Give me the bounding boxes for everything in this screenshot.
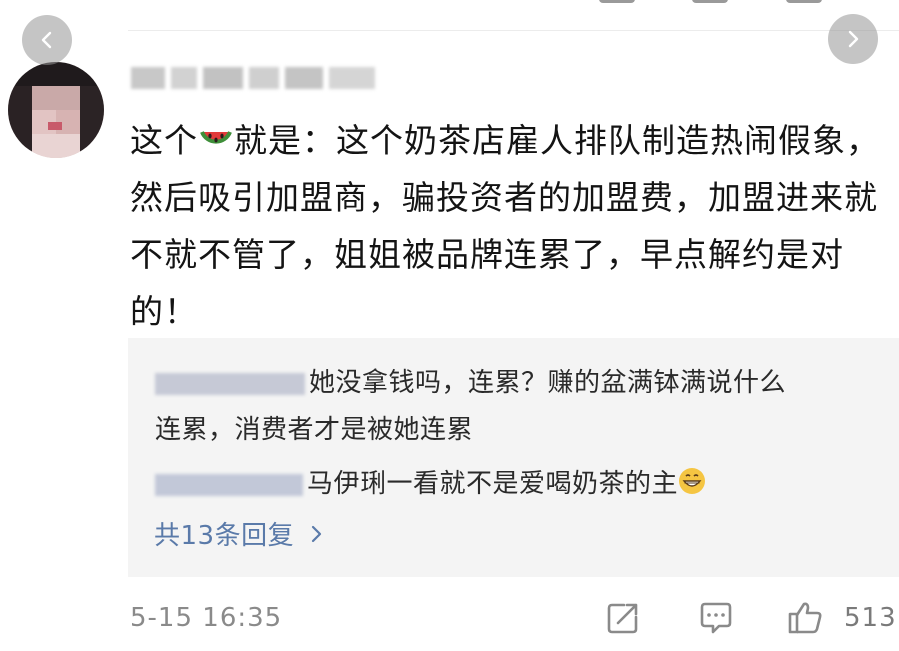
comment-icon[interactable] [692, 0, 728, 3]
chevron-left-icon [41, 31, 52, 49]
share-icon[interactable] [599, 0, 635, 3]
comment-text: 这个 就是：这个奶茶店雇人排队制造热闹假象，然后吸引加盟商，骗投资者的加盟费，加… [130, 112, 890, 340]
like-icon[interactable] [786, 0, 822, 3]
reply-text: 马伊琍一看就不是爱喝奶茶的主 [307, 469, 679, 499]
comment-icon[interactable] [697, 599, 735, 637]
reply-item[interactable]: 马伊琍一看就不是爱喝奶茶的主 [155, 463, 706, 500]
watermelon-icon [200, 131, 232, 144]
grinning-face-icon [679, 468, 706, 494]
previous-arrow-button[interactable] [22, 15, 72, 65]
reply-text-continued: 连累，消费者才是被她连累 [155, 415, 474, 445]
share-icon[interactable] [604, 599, 642, 637]
avatar[interactable] [8, 62, 104, 158]
reply-username[interactable] [155, 473, 303, 496]
chevron-right-icon [848, 30, 859, 48]
timestamp: 5-15 16:35 [130, 603, 283, 633]
more-replies-label: 共13条回复 [154, 521, 295, 551]
next-arrow-button[interactable] [828, 14, 878, 64]
chevron-right-icon [311, 525, 322, 542]
like-count: 5131 [844, 603, 899, 633]
thumbs-up-icon[interactable] [786, 599, 824, 637]
view-more-replies-link[interactable]: 共13条回复 [154, 515, 326, 552]
previous-post-actions [0, 0, 899, 14]
comment-text-rest: 就是：这个奶茶店雇人排队制造热闹假象，然后吸引加盟商，骗投资者的加盟费，加盟进来… [130, 121, 880, 331]
divider [128, 30, 899, 31]
comment-text-start: 这个 [130, 121, 198, 160]
comment-card: 这个 就是：这个奶茶店雇人排队制造热闹假象，然后吸引加盟商，骗投资者的加盟费，加… [0, 0, 899, 651]
username[interactable] [131, 64, 381, 90]
reply-item[interactable]: 她没拿钱吗，连累？赚的盆满钵满说什么 [155, 362, 786, 399]
reply-text: 她没拿钱吗，连累？赚的盆满钵满说什么 [309, 368, 787, 398]
reply-username[interactable] [155, 372, 305, 395]
